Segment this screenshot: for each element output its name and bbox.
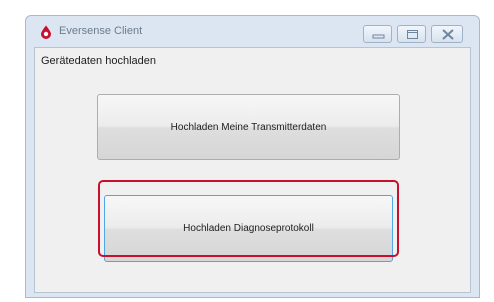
eversense-drop-icon xyxy=(39,25,53,39)
minimize-button[interactable] xyxy=(363,25,392,43)
close-icon xyxy=(442,29,454,40)
app-window: Eversense Client Gerätedaten hochladen H… xyxy=(25,15,480,298)
section-label: Gerätedaten hochladen xyxy=(41,55,156,67)
upload-transmitter-data-button[interactable]: Hochladen Meine Transmitterdaten xyxy=(97,94,400,160)
minimize-icon xyxy=(372,34,385,39)
upload-diagnostics-log-button[interactable]: Hochladen Diagnoseprotokoll xyxy=(104,195,393,262)
window-title: Eversense Client xyxy=(59,25,143,37)
maximize-button[interactable] xyxy=(397,25,426,43)
window-client-area: Gerätedaten hochladen Hochladen Meine Tr… xyxy=(34,47,471,293)
close-button[interactable] xyxy=(431,25,463,43)
maximize-icon xyxy=(407,30,418,39)
title-bar[interactable]: Eversense Client xyxy=(26,16,479,48)
